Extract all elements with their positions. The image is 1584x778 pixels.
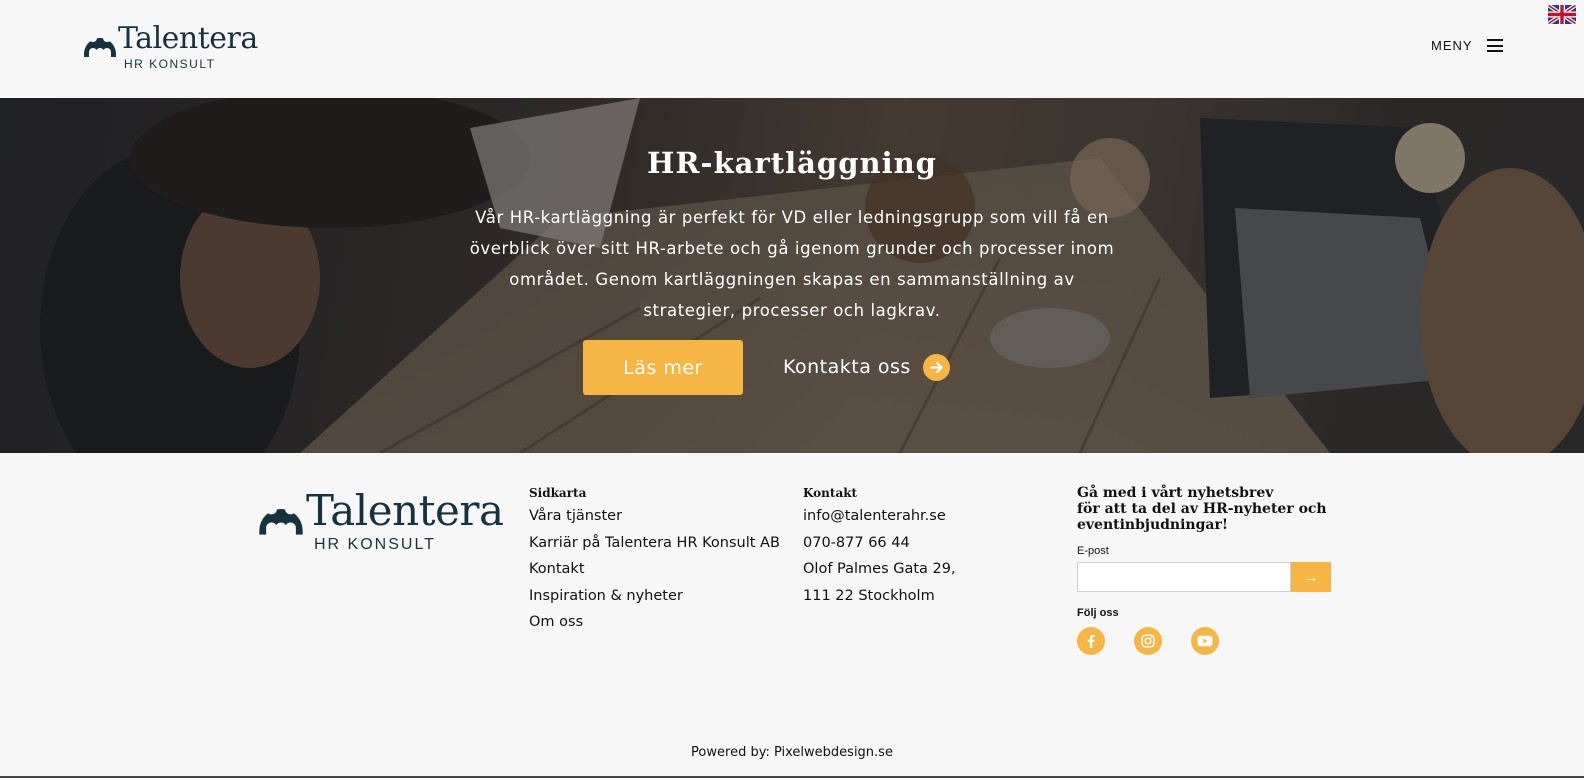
contact-address-line1: Olof Palmes Gata 29, (803, 561, 956, 577)
hero-content: HR-kartläggning Vår HR-kartläggning är p… (0, 98, 1584, 453)
newsletter-form: → (1077, 562, 1337, 592)
sitemap-heading: Sidkarta (529, 486, 587, 500)
contact-phone-link[interactable]: 070-877 66 44 (803, 530, 956, 557)
email-label: E-post (1077, 545, 1109, 557)
menu-label: MENY (1431, 38, 1473, 53)
footer-logo[interactable]: Talentera HR KONSULT (256, 486, 504, 553)
logo-name: Talentera (306, 486, 504, 535)
youtube-icon[interactable] (1191, 627, 1219, 655)
newsletter-heading: Gå med i vårt nyhetsbrev för att ta del … (1077, 485, 1337, 533)
logo-subtitle: HR KONSULT (124, 57, 216, 71)
contact-email-link[interactable]: info@talenterahr.se (803, 503, 956, 530)
newsletter-email-input[interactable] (1077, 562, 1291, 592)
hero-title: HR-kartläggning (647, 146, 937, 180)
contact-us-link[interactable]: Kontakta oss (783, 350, 950, 384)
read-more-button[interactable]: Läs mer (583, 340, 743, 395)
logo-name: Talentera (118, 21, 258, 56)
contact-heading: Kontakt (803, 486, 858, 500)
logo-people-icon (256, 490, 306, 540)
sitemap-link-careers[interactable]: Karriär på Talentera HR Konsult AB (529, 530, 780, 557)
newsletter-submit-button[interactable]: → (1291, 562, 1331, 592)
logo-subtitle: HR KONSULT (314, 536, 436, 553)
instagram-icon[interactable] (1134, 627, 1162, 655)
powered-by-prefix: Powered by: (691, 745, 774, 760)
newsletter-section: Gå med i vårt nyhetsbrev för att ta del … (1077, 485, 1337, 655)
header-logo[interactable]: Talentera HR KONSULT (82, 24, 258, 70)
newsletter-heading-line3: eventinbjudningar! (1077, 517, 1228, 533)
contact-address-line2: 111 22 Stockholm (803, 587, 935, 604)
social-links (1077, 627, 1337, 655)
contact-us-label: Kontakta oss (783, 356, 911, 378)
powered-by-link[interactable]: Pixelwebdesign.se (774, 745, 893, 760)
follow-us-label: Följ oss (1077, 607, 1119, 619)
sitemap-link-services[interactable]: Våra tjänster (529, 503, 780, 530)
sitemap-link-inspiration[interactable]: Inspiration & nyheter (529, 583, 780, 610)
hamburger-icon (1486, 39, 1503, 52)
site-header: Talentera HR KONSULT MENY (0, 0, 1584, 98)
sitemap-link-contact[interactable]: Kontakt (529, 556, 780, 583)
hero-section: HR-kartläggning Vår HR-kartläggning är p… (0, 98, 1584, 453)
contact-column: Kontakt info@talenterahr.se 070-877 66 4… (803, 486, 956, 609)
sitemap-column: Sidkarta Våra tjänster Karriär på Talent… (529, 486, 780, 636)
newsletter-heading-line1: Gå med i vårt nyhetsbrev (1077, 485, 1274, 501)
hero-description: Vår HR-kartläggning är perfekt för VD el… (469, 208, 1115, 320)
uk-flag-icon[interactable] (1548, 5, 1576, 24)
sitemap-link-about[interactable]: Om oss (529, 609, 780, 636)
logo-people-icon (82, 24, 118, 62)
newsletter-heading-line2: för att ta del av HR-nyheter och (1077, 501, 1327, 517)
menu-button[interactable]: MENY (1431, 38, 1503, 53)
site-footer: Talentera HR KONSULT Sidkarta Våra tjäns… (0, 453, 1584, 778)
arrow-right-circle-icon (922, 353, 950, 381)
powered-by: Powered by: Pixelwebdesign.se (0, 745, 1584, 760)
facebook-icon[interactable] (1077, 627, 1105, 655)
